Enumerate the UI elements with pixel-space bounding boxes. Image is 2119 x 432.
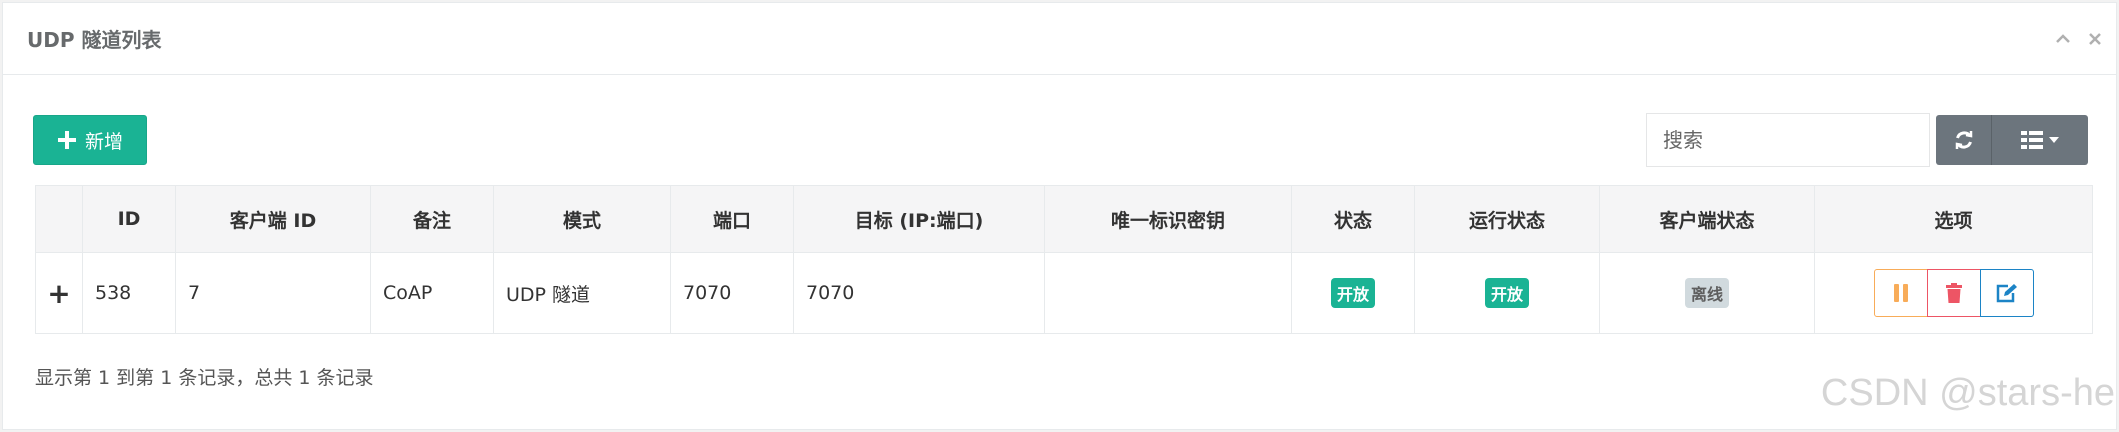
col-secret-key[interactable]: 唯一标识密钥 [1044,185,1292,253]
cell-remark: CoAP [370,252,494,334]
caret-down-icon [2049,137,2059,143]
edit-button[interactable] [1979,269,2034,317]
pause-icon [1893,284,1908,302]
add-button[interactable]: 新增 [33,115,147,165]
chevron-up-icon[interactable] [2052,28,2074,50]
col-client-status[interactable]: 客户端状态 [1599,185,1815,253]
col-run-status[interactable]: 运行状态 [1414,185,1600,253]
panel-title: UDP 隧道列表 [27,28,162,52]
col-options: 选项 [1814,185,2093,253]
cell-client-id: 7 [175,252,371,334]
udp-tunnel-table: ID 客户端 ID 备注 模式 端口 目标 (IP:端口) 唯一标识密钥 状态 … [35,185,2093,334]
run-status-badge: 开放 [1484,278,1529,308]
col-port[interactable]: 端口 [670,185,794,253]
table-header-row: ID 客户端 ID 备注 模式 端口 目标 (IP:端口) 唯一标识密钥 状态 … [35,185,2093,253]
cell-client-status: 离线 [1599,252,1815,334]
table-row: + 538 7 CoAP UDP 隧道 7070 7070 开放 开放 离线 [35,252,2093,334]
trash-icon [1945,283,1962,303]
udp-tunnel-panel: UDP 隧道列表 新增 搜索 ID 客户端 ID 备注 模式 端口 目标 (IP… [2,2,2117,430]
delete-button[interactable] [1926,269,1981,317]
add-button-label: 新增 [84,130,123,153]
cell-target: 7070 [793,252,1045,334]
cell-run-status: 开放 [1414,252,1600,334]
refresh-icon [1955,131,1972,149]
col-expand [35,185,83,253]
col-mode[interactable]: 模式 [493,185,671,253]
close-icon[interactable] [2084,28,2106,50]
cell-options [1814,252,2093,334]
status-badge: 开放 [1330,278,1375,308]
row-expand-toggle[interactable]: + [35,252,83,334]
cell-status: 开放 [1291,252,1415,334]
col-target[interactable]: 目标 (IP:端口) [793,185,1045,253]
search-input[interactable] [1646,113,1930,167]
panel-tools [2052,28,2106,50]
refresh-button[interactable] [1936,115,1992,165]
pause-button[interactable] [1873,269,1928,317]
cell-port: 7070 [670,252,794,334]
edit-icon [1996,284,2017,303]
table-toolbar: 新增 [33,113,2088,167]
client-status-badge: 离线 [1684,278,1729,308]
row-actions [1873,269,2034,317]
cell-mode: UDP 隧道 [493,252,671,334]
cell-id: 538 [82,252,176,334]
cell-secret-key [1044,252,1292,334]
columns-dropdown-button[interactable] [1992,115,2088,165]
plus-icon [57,131,76,149]
col-id[interactable]: ID [82,185,176,253]
table-tools-group [1936,115,2088,165]
list-columns-icon [2021,131,2043,149]
col-status[interactable]: 状态 [1291,185,1415,253]
panel-header: UDP 隧道列表 [3,3,2116,75]
watermark: CSDN @stars-he [1820,372,2115,414]
col-client-id[interactable]: 客户端 ID [175,185,371,253]
col-remark[interactable]: 备注 [370,185,494,253]
pagination-info: 显示第 1 到第 1 条记录，总共 1 条记录 [35,367,374,389]
